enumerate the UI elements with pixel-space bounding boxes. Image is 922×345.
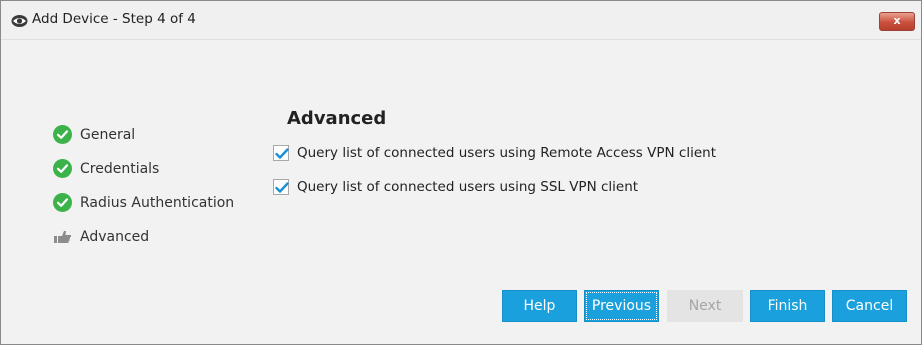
cancel-button[interactable]: Cancel (832, 290, 907, 322)
section-title: Advanced (287, 108, 387, 129)
close-icon: x (893, 14, 901, 27)
option-label: Query list of connected users using SSL … (297, 179, 639, 195)
close-button[interactable]: x (879, 12, 915, 31)
check-circle-icon (53, 193, 72, 212)
step-label: General (80, 127, 136, 143)
step-label: Radius Authentication (80, 195, 235, 211)
step-label: Credentials (80, 161, 160, 177)
dialog-title: Add Device - Step 4 of 4 (32, 11, 196, 27)
previous-button[interactable]: Previous (584, 290, 659, 322)
check-circle-icon (53, 125, 72, 144)
finish-button[interactable]: Finish (750, 290, 825, 322)
option-label: Query list of connected users using Remo… (297, 145, 716, 161)
pointing-hand-icon (53, 227, 72, 246)
checkmark-icon (275, 182, 289, 193)
remote-access-vpn-checkbox[interactable] (273, 145, 289, 161)
step-label: Advanced (80, 229, 150, 245)
check-circle-icon (53, 159, 72, 178)
checkmark-icon (275, 148, 289, 159)
ssl-vpn-checkbox[interactable] (273, 179, 289, 195)
help-button[interactable]: Help (502, 290, 577, 322)
eye-icon (11, 13, 28, 27)
title-bar[interactable]: Add Device - Step 4 of 4 x (1, 1, 921, 40)
dialog-content: General Credentials Radius Authenticatio… (1, 40, 921, 344)
add-device-dialog: Add Device - Step 4 of 4 x General Crede… (0, 0, 922, 345)
next-button[interactable]: Next (667, 290, 743, 322)
